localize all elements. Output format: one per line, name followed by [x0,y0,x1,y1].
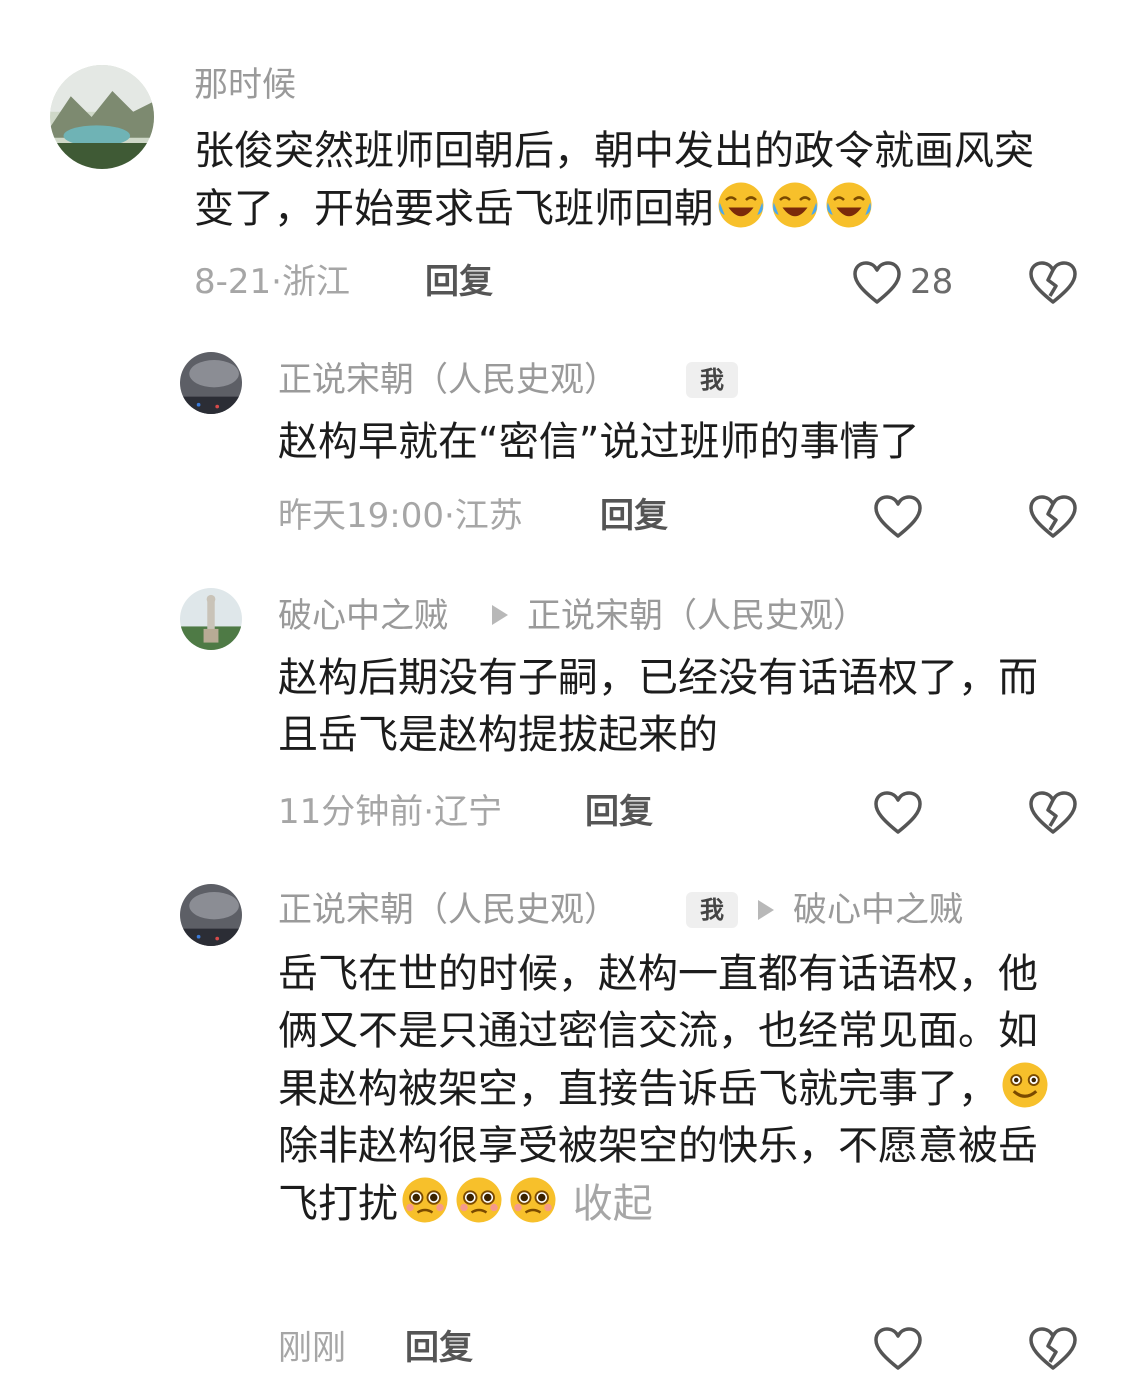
pleading-emoji [454,1175,504,1225]
laughing-crying-emoji [716,180,766,230]
reply-button[interactable]: 回复 [585,792,653,832]
comment-meta: 刚刚 [278,1328,346,1368]
reply-arrow-icon [492,605,508,625]
me-badge: 我 [686,362,738,398]
comment-username[interactable]: 那时候 [194,65,296,105]
broken-heart-icon[interactable] [1028,1326,1078,1372]
heart-icon[interactable] [873,494,923,540]
comment-meta: 11分钟前·辽宁 [278,792,503,832]
comment-username[interactable]: 破心中之贼 [278,596,448,636]
avatar[interactable] [180,588,242,650]
collapse-link[interactable]: 收起 [573,1181,653,1227]
avatar[interactable] [180,884,242,946]
heart-icon[interactable] [873,790,923,836]
reply-button[interactable]: 回复 [425,262,493,302]
avatar[interactable] [50,65,154,169]
comment-username[interactable]: 正说宋朝（人民史观） [278,890,618,930]
reply-arrow-icon [758,900,774,920]
pleading-emoji [400,1175,450,1225]
broken-heart-icon[interactable] [1028,260,1078,306]
like-count: 28 [910,262,954,302]
avatar[interactable] [180,352,242,414]
laughing-crying-emoji [770,180,820,230]
reply-to-username[interactable]: 破心中之贼 [793,890,963,930]
comment-text: 岳飞在世的时候，赵构一直都有话语权，他俩又不是只通过密信交流，也经常见面。如果赵… [278,946,1068,1233]
comment-text: 赵构早就在“密信”说过班师的事情了 [278,419,920,465]
comment-username[interactable]: 正说宋朝（人民史观） [278,360,618,400]
broken-heart-icon[interactable] [1028,790,1078,836]
reply-button[interactable]: 回复 [405,1328,473,1368]
reply-to-username[interactable]: 正说宋朝（人民史观） [527,596,867,636]
me-badge: 我 [686,892,738,928]
broken-heart-icon[interactable] [1028,494,1078,540]
pleading-emoji [508,1175,558,1225]
laughing-crying-emoji [824,180,874,230]
comment-meta: 昨天19:00·江苏 [278,496,523,536]
comment-text: 赵构后期没有子嗣，已经没有话语权了，而且岳飞是赵构提拔起来的 [278,655,1038,758]
heart-icon[interactable] [873,1326,923,1372]
comment-meta: 8-21·浙江 [194,262,350,302]
heart-icon[interactable] [852,260,902,306]
comment-text: 张俊突然班师回朝后，朝中发出的政令就画风突变了，开始要求岳飞班师回朝 [194,128,1034,232]
grin-emoji [1000,1060,1050,1110]
reply-button[interactable]: 回复 [600,496,668,536]
